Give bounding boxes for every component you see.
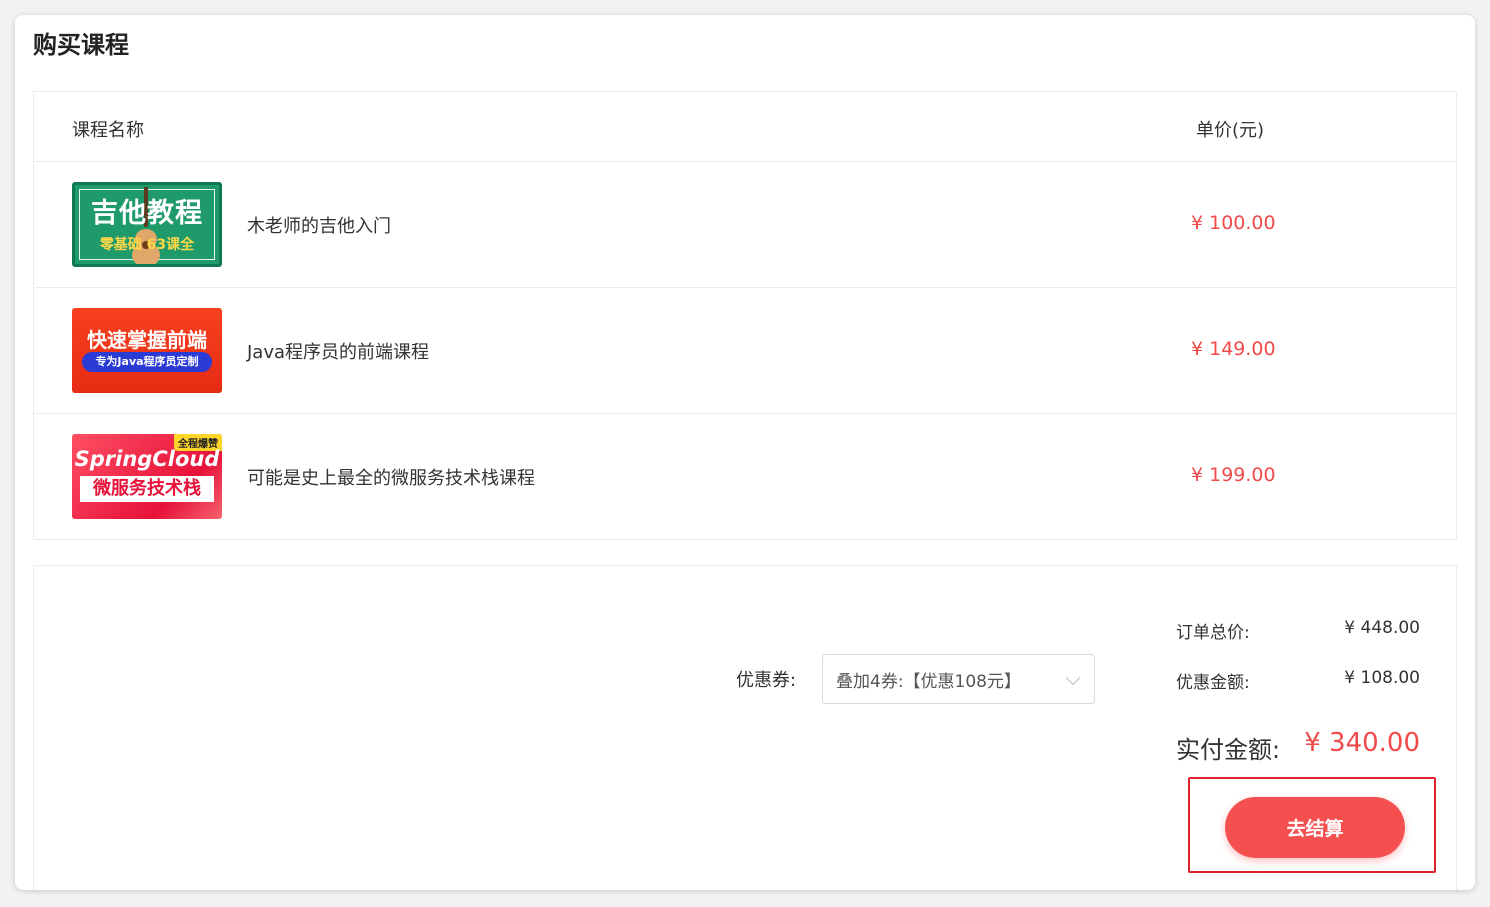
table-row: 吉他教程 零基础 63课全 木老师的吉他入门 ¥ 100.00: [34, 162, 1456, 288]
thumb-subtitle: 专为Java程序员定制: [82, 352, 212, 372]
table-row: 全程爆赞 SpringCloud 微服务技术栈 可能是史上最全的微服务技术栈课程…: [34, 414, 1456, 540]
course-table: 课程名称 单价(元) 吉他教程 零基础 63课全 木老师的吉他入门 ¥ 100.…: [33, 91, 1457, 540]
header-course-name: 课程名称: [72, 120, 144, 141]
course-thumbnail-guitar[interactable]: 吉他教程 零基础 63课全: [72, 182, 222, 267]
discount-value: ¥ 108.00: [1344, 668, 1420, 688]
coupon-label: 优惠券:: [736, 670, 797, 691]
order-total-value: ¥ 448.00: [1344, 618, 1420, 638]
discount-label: 优惠金额:: [1176, 673, 1250, 693]
thumb-subtitle: 微服务技术栈: [80, 476, 214, 502]
table-row: 快速掌握前端 专为Java程序员定制 Java程序员的前端课程 ¥ 149.00: [34, 288, 1456, 414]
chevron-down-icon: [1065, 670, 1081, 686]
coupon-selected-value: 叠加4券:【优惠108元】: [836, 672, 1021, 692]
course-title[interactable]: 木老师的吉他入门: [247, 212, 391, 238]
course-thumbnail-springcloud[interactable]: 全程爆赞 SpringCloud 微服务技术栈: [72, 434, 222, 519]
table-header: 课程名称 单价(元): [34, 92, 1456, 162]
course-price: ¥ 100.00: [1191, 212, 1276, 234]
course-title[interactable]: Java程序员的前端课程: [247, 338, 429, 364]
coupon-select[interactable]: 叠加4券:【优惠108元】: [822, 654, 1095, 704]
header-unit-price: 单价(元): [1196, 120, 1265, 141]
course-thumbnail-frontend[interactable]: 快速掌握前端 专为Java程序员定制: [72, 308, 222, 393]
purchase-card: 购买课程 课程名称 单价(元) 吉他教程 零基础 63课全 木老师的吉他入门 ¥…: [15, 15, 1475, 890]
pay-amount-value: ¥ 340.00: [1304, 728, 1420, 758]
thumb-subtitle: 零基础 63课全: [99, 237, 195, 253]
checkout-button[interactable]: 去结算: [1225, 797, 1405, 858]
order-total-label: 订单总价:: [1176, 623, 1250, 643]
pay-amount-label: 实付金额:: [1176, 736, 1281, 764]
thumb-title: 快速掌握前端: [87, 328, 207, 352]
page-title: 购买课程: [33, 31, 129, 59]
thumb-title: SpringCloud: [74, 447, 220, 471]
thumb-title: 吉他教程: [91, 198, 203, 229]
course-price: ¥ 199.00: [1191, 464, 1276, 486]
course-price: ¥ 149.00: [1191, 338, 1276, 360]
course-title[interactable]: 可能是史上最全的微服务技术栈课程: [247, 464, 535, 490]
